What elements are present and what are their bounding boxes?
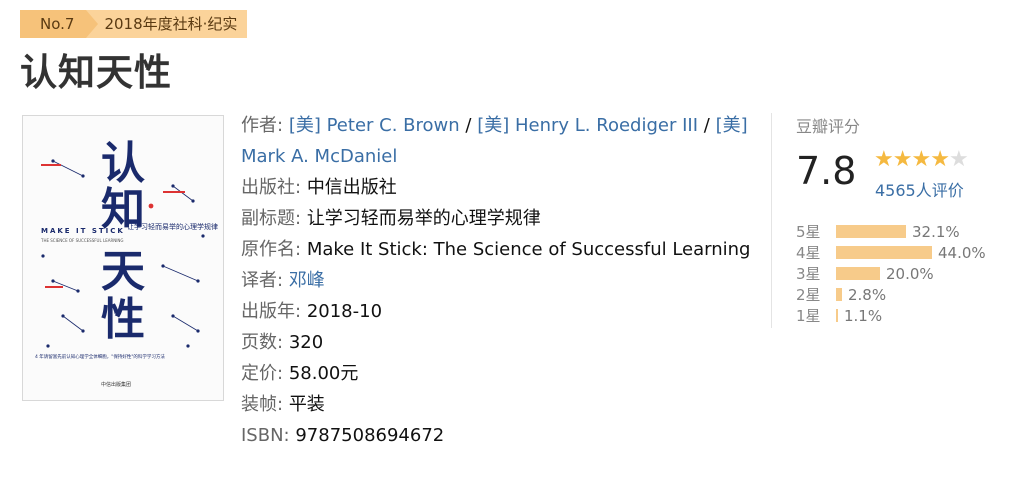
rating-label: 豆瓣评分 — [796, 117, 861, 136]
info-publisher: 出版社: 中信出版社 — [241, 177, 397, 198]
book-info: 作者: [美] Peter C. Brown / [美] Henry L. Ro… — [241, 110, 761, 451]
rating-stars: ★★★★★ — [874, 147, 969, 172]
rating-panel: 豆瓣评分 7.8 ★★★★★ 4565人评价 5星 32.1% 4星 44.0% 3星 2… — [771, 113, 996, 328]
rating-dist-bar — [836, 267, 880, 280]
book-title: 认知天性 — [20, 51, 172, 94]
rating-dist-row: 2星 2.8% — [796, 284, 986, 305]
rating-dist-label: 2星 — [796, 286, 821, 304]
price-value: 58.00元 — [288, 363, 359, 384]
award-ribbon[interactable]: No.7 2018年度社科·纪实 — [20, 10, 248, 38]
rank-badge: No.7 — [20, 10, 99, 38]
star-empty-icon: ★ — [948, 147, 969, 172]
info-pages: 页数: 320 — [241, 332, 324, 353]
info-isbn: ISBN: 9787508694672 — [241, 425, 445, 446]
votes-link[interactable]: 4565人评价 — [875, 177, 964, 201]
rating-dist-row: 3星 20.0% — [796, 263, 986, 284]
rating-dist-label: 3星 — [796, 265, 821, 283]
original-title-value: Make It Stick: The Science of Successful… — [306, 239, 751, 260]
info-price: 定价: 58.00元 — [241, 363, 359, 384]
info-subtitle: 副标题: 让学习轻而易举的心理学规律 — [241, 208, 541, 229]
rating-dist-bar — [836, 309, 838, 322]
rating-dist-pct: 32.1% — [912, 222, 960, 241]
book-cover[interactable]: 认 知 天 性 MAKE IT STICK THE SCIENCE OF SUC… — [22, 115, 224, 401]
star-filled-icon: ★ — [930, 147, 950, 172]
cover-char-1: 认 — [101, 138, 145, 189]
rating-dist-label: 1星 — [796, 307, 821, 325]
rating-dist-label: 5星 — [796, 223, 821, 241]
rating-dist-bar — [836, 225, 906, 238]
binding-value: 平装 — [288, 394, 325, 415]
rating-dist-bar — [836, 246, 932, 259]
rating-distribution: 5星 32.1% 4星 44.0% 3星 20.0% 2星 2.8% 1星 1.1% — [796, 221, 986, 326]
rating-dist-row: 1星 1.1% — [796, 305, 986, 326]
rating-dist-bar — [836, 288, 842, 301]
isbn-value: 9787508694672 — [295, 425, 445, 446]
author-link-2[interactable]: [美] Henry L. Roediger III — [477, 115, 698, 136]
translator-link[interactable]: 邓峰 — [289, 270, 325, 291]
info-binding: 装帧: 平装 — [241, 394, 325, 415]
cover-char-3: 天 — [101, 246, 145, 297]
star-filled-icon: ★ — [874, 147, 894, 172]
rating-dist-row: 4星 44.0% — [796, 242, 986, 263]
rating-dist-pct: 1.1% — [844, 306, 883, 325]
rating-dist-pct: 20.0% — [886, 264, 934, 283]
info-pub-year: 出版年: 2018-10 — [241, 301, 383, 322]
author-label: 作者: — [241, 115, 284, 136]
cover-english-title: MAKE IT STICK — [41, 227, 125, 235]
cover-art: 认 知 天 性 MAKE IT STICK THE SCIENCE OF SUC… — [23, 116, 223, 400]
rating-dist-row: 5星 32.1% — [796, 221, 986, 242]
award-label: 2018年度社科·纪实 — [86, 10, 248, 38]
cover-char-4: 性 — [101, 294, 145, 345]
star-filled-icon: ★ — [892, 147, 913, 172]
pages-value: 320 — [288, 332, 324, 353]
cover-english-subtitle: THE SCIENCE OF SUCCESSFUL LEARNING — [40, 238, 124, 243]
rating-dist-pct: 44.0% — [938, 243, 986, 262]
rating-score: 7.8 — [796, 149, 857, 193]
subtitle-value: 让学习轻而易举的心理学规律 — [306, 208, 541, 229]
info-translator: 译者: 邓峰 — [241, 270, 325, 291]
publisher-link[interactable]: 中信出版社 — [307, 177, 397, 198]
info-original-title: 原作名: Make It Stick: The Science of Succe… — [241, 239, 751, 260]
rating-dist-label: 4星 — [796, 244, 821, 262]
star-filled-icon: ★ — [911, 147, 931, 172]
cover-publisher: 中信出版集团 — [101, 381, 131, 388]
author-link-1[interactable]: [美] Peter C. Brown — [289, 115, 460, 136]
rating-dist-pct: 2.8% — [848, 285, 887, 304]
cover-tagline: 4 年请留富先前认知心理学全体细胞，"保持好性"的科学学习方法 — [35, 353, 165, 360]
pub-year-value: 2018-10 — [306, 301, 383, 322]
info-author: 作者: [美] Peter C. Brown / [美] Henry L. Ro… — [241, 115, 748, 167]
cover-subtitle: 让学习轻而易举的心理学规律 — [127, 222, 218, 231]
